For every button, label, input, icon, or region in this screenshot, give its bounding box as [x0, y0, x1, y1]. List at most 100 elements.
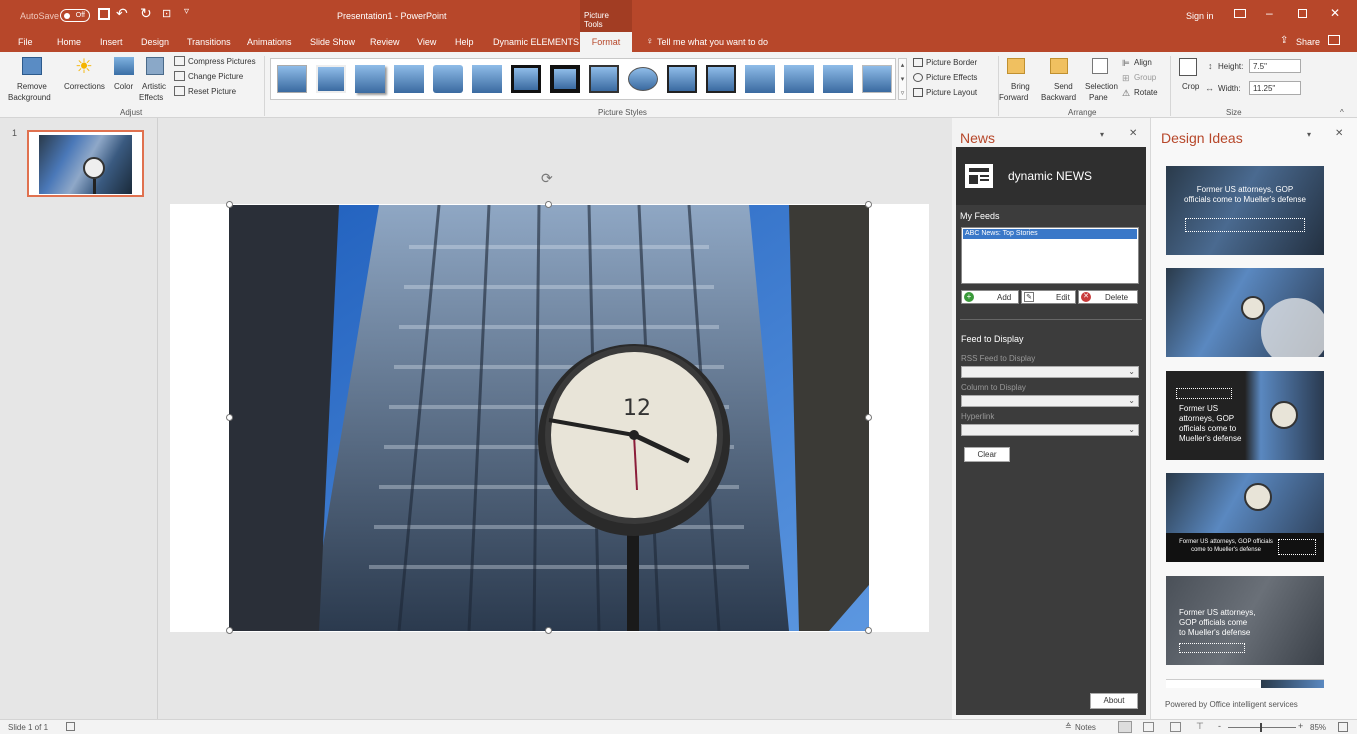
collapse-ribbon-icon[interactable]: ^ — [1340, 108, 1344, 117]
add-feed-button[interactable]: + Add — [961, 290, 1019, 304]
crop-button[interactable]: Crop — [1182, 82, 1199, 91]
clock-photo[interactable]: 12 — [229, 205, 869, 631]
autosave-toggle[interactable]: Off — [60, 9, 90, 22]
style-thumb[interactable] — [823, 65, 853, 93]
pane-options-icon[interactable]: ▾ — [1100, 130, 1104, 139]
fit-to-window-icon[interactable] — [1338, 722, 1348, 732]
crop-icon[interactable] — [1179, 58, 1197, 76]
picture-effects-button[interactable]: Picture Effects — [926, 73, 977, 82]
zoom-out-icon[interactable]: - — [1218, 721, 1221, 731]
bring-forward-icon[interactable] — [1007, 58, 1025, 74]
style-thumb[interactable] — [745, 65, 775, 93]
resize-handle[interactable] — [865, 414, 872, 421]
tab-home[interactable]: Home — [57, 37, 81, 47]
zoom-slider[interactable] — [1228, 723, 1296, 732]
tab-help[interactable]: Help — [455, 37, 474, 47]
share-button[interactable]: Share — [1296, 37, 1320, 47]
feeds-list[interactable]: ABC News: Top Stories — [961, 227, 1139, 284]
slide-thumbnail[interactable] — [27, 130, 144, 197]
send-backward-icon[interactable] — [1050, 58, 1068, 74]
bring-forward-label-1[interactable]: Bring — [1011, 82, 1030, 91]
clear-button[interactable]: Clear — [964, 447, 1010, 462]
compress-pictures-icon[interactable] — [174, 56, 185, 66]
design-idea-3[interactable]: Former US attorneys, GOP officials come to… — [1166, 371, 1324, 460]
artistic-effects-icon[interactable] — [146, 57, 164, 75]
reset-picture-button[interactable]: Reset Picture — [188, 87, 236, 96]
selection-pane-label-1[interactable]: Selection — [1085, 82, 1118, 91]
reading-view-icon[interactable] — [1170, 722, 1181, 732]
present-icon[interactable]: ⊡ — [162, 7, 171, 20]
style-thumb[interactable] — [472, 65, 502, 93]
tab-format[interactable]: Format — [580, 32, 632, 52]
corrections-button[interactable]: Corrections — [64, 82, 105, 91]
align-icon[interactable]: ⊫ — [1122, 58, 1130, 69]
minimize-icon[interactable]: – — [1266, 6, 1273, 20]
resize-handle[interactable] — [545, 627, 552, 634]
style-thumb[interactable] — [433, 65, 463, 93]
style-thumb[interactable] — [784, 65, 814, 93]
notes-button[interactable]: Notes — [1075, 723, 1096, 732]
design-idea-4[interactable]: Former US attorneys, GOP officials come … — [1166, 473, 1324, 562]
style-thumb[interactable] — [706, 65, 736, 93]
bring-forward-label-2[interactable]: Forward — [999, 93, 1028, 102]
style-thumb[interactable] — [550, 65, 580, 93]
width-input[interactable]: 11.25" — [1249, 81, 1301, 95]
design-idea-1[interactable]: Former US attorneys, GOP officials come … — [1166, 166, 1324, 255]
tab-transitions[interactable]: Transitions — [187, 37, 231, 47]
compress-pictures-button[interactable]: Compress Pictures — [188, 57, 256, 66]
edit-feed-button[interactable]: ✎ Edit — [1021, 290, 1076, 304]
selection-pane-icon[interactable] — [1092, 58, 1108, 74]
column-select[interactable]: ⌄ — [961, 395, 1139, 407]
picture-styles-gallery[interactable] — [270, 58, 896, 100]
share-icon[interactable]: ⇪ — [1280, 35, 1288, 46]
tab-review[interactable]: Review — [370, 37, 400, 47]
resize-handle[interactable] — [226, 201, 233, 208]
design-idea-6[interactable] — [1166, 679, 1324, 688]
zoom-level[interactable]: 85% — [1310, 723, 1326, 732]
send-backward-label-2[interactable]: Backward — [1041, 93, 1076, 102]
accessibility-icon[interactable] — [66, 722, 75, 731]
artistic-effects-label-2[interactable]: Effects — [139, 93, 163, 102]
style-thumb[interactable] — [277, 65, 307, 93]
tab-design[interactable]: Design — [141, 37, 169, 47]
reset-picture-icon[interactable] — [174, 86, 185, 96]
resize-handle[interactable] — [865, 201, 872, 208]
zoom-slider-thumb[interactable] — [1260, 723, 1262, 732]
style-thumb[interactable] — [355, 65, 385, 93]
resize-handle[interactable] — [545, 201, 552, 208]
rotate-handle-icon[interactable]: ⟳ — [541, 170, 553, 187]
comments-icon[interactable] — [1328, 35, 1340, 45]
design-idea-2[interactable] — [1166, 268, 1324, 357]
feed-item-selected[interactable]: ABC News: Top Stories — [963, 229, 1137, 239]
picture-layout-button[interactable]: Picture Layout — [926, 88, 977, 97]
undo-icon[interactable]: ↶ — [116, 5, 128, 22]
tab-dynamic-elements[interactable]: Dynamic ELEMENTS — [493, 37, 579, 47]
style-thumb[interactable] — [589, 65, 619, 93]
redo-icon[interactable]: ↻ — [140, 5, 152, 22]
selection-pane-label-2[interactable]: Pane — [1089, 93, 1108, 102]
notes-icon[interactable]: ≙ — [1065, 722, 1072, 731]
change-picture-icon[interactable] — [174, 71, 185, 81]
style-thumb[interactable] — [628, 67, 658, 91]
hyperlink-select[interactable]: ⌄ — [961, 424, 1139, 436]
rotate-button[interactable]: Rotate — [1134, 88, 1158, 97]
change-picture-button[interactable]: Change Picture — [188, 72, 243, 81]
send-backward-label-1[interactable]: Send — [1054, 82, 1073, 91]
about-button[interactable]: About — [1090, 693, 1138, 709]
height-input[interactable]: 7.5" — [1249, 59, 1301, 73]
remove-background-label-2[interactable]: Background — [8, 93, 51, 102]
tell-me-input[interactable]: Tell me what you want to do — [657, 37, 768, 47]
normal-view-icon[interactable] — [1118, 721, 1132, 733]
news-pane-close-icon[interactable]: ✕ — [1129, 128, 1137, 139]
maximize-icon[interactable] — [1298, 9, 1307, 18]
artistic-effects-label-1[interactable]: Artistic — [142, 82, 166, 91]
resize-handle[interactable] — [865, 627, 872, 634]
tab-animations[interactable]: Animations — [247, 37, 292, 47]
style-thumb[interactable] — [394, 65, 424, 93]
picture-border-icon[interactable] — [913, 58, 923, 67]
style-thumb[interactable] — [667, 65, 697, 93]
close-icon[interactable]: ✕ — [1330, 6, 1340, 20]
tab-slide-show[interactable]: Slide Show — [310, 37, 355, 47]
style-thumb[interactable] — [316, 65, 346, 93]
design-pane-close-icon[interactable]: ✕ — [1335, 128, 1343, 139]
